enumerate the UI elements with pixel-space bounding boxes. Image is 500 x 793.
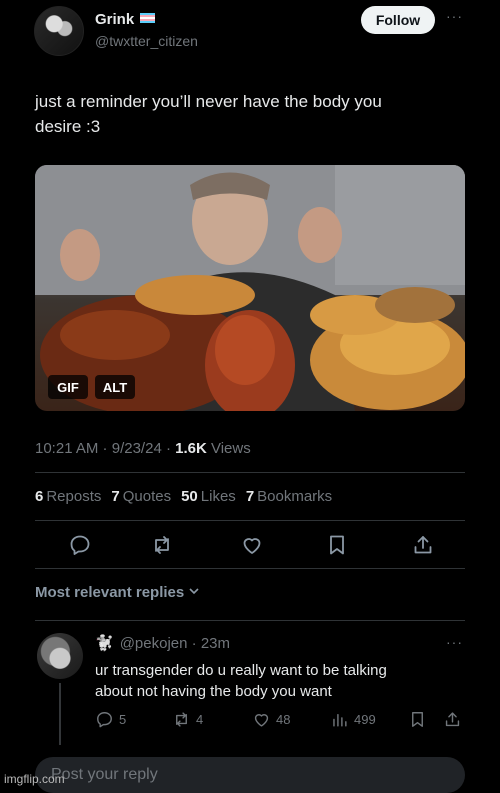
reply-icon[interactable]: [68, 533, 92, 562]
author-name-row[interactable]: Grink: [95, 11, 156, 28]
divider: [35, 472, 465, 473]
post-text-line: just a reminder you’ll never have the bo…: [35, 92, 382, 111]
reply-icon: [97, 712, 112, 728]
bookmark-icon[interactable]: [325, 533, 349, 562]
post-text: just a reminder you’ll never have the bo…: [35, 89, 455, 139]
alt-badge[interactable]: ALT: [95, 375, 135, 399]
bookmark-icon: [412, 712, 423, 727]
more-options-icon[interactable]: ···: [446, 8, 463, 24]
author-avatar[interactable]: [34, 6, 84, 56]
views-count: 1.6K: [175, 440, 207, 457]
share-icon: [445, 712, 460, 727]
imgflip-watermark: imgflip.com: [4, 772, 65, 786]
reply-bookmark-button[interactable]: [408, 710, 427, 729]
reply-text: ur transgender do u really want to be ta…: [95, 660, 455, 702]
reposts-stat[interactable]: 6 Reposts: [35, 488, 101, 505]
reply-reply-button[interactable]: 5: [95, 710, 126, 729]
like-icon: [254, 714, 269, 727]
views-label: Views: [210, 440, 251, 457]
post-reply-input[interactable]: Post your reply: [35, 757, 465, 793]
thread-line: [59, 683, 61, 745]
follow-button[interactable]: Follow: [361, 6, 435, 34]
reply-header: 🐩 @pekojen · 23m: [95, 635, 230, 652]
reply-sort-dropdown[interactable]: Most relevant replies: [35, 584, 200, 601]
reply-more-icon[interactable]: ···: [446, 634, 463, 650]
likes-stat[interactable]: 50 Likes: [181, 488, 236, 505]
divider: [35, 520, 465, 521]
post-text-line: desire :3: [35, 117, 101, 136]
author-handle[interactable]: @twxtter_citizen: [95, 33, 198, 49]
author-name[interactable]: Grink: [95, 11, 134, 28]
gif-badge[interactable]: GIF: [48, 375, 88, 399]
chevron-down-icon: [189, 588, 199, 595]
reply-sort-label: Most relevant replies: [35, 584, 185, 601]
repost-icon: [176, 712, 187, 727]
poodle-emoji-icon: 🐩: [95, 635, 114, 652]
reply-handle[interactable]: @pekojen: [120, 635, 188, 652]
quotes-stat[interactable]: 7 Quotes: [111, 488, 171, 505]
share-icon[interactable]: [411, 533, 435, 562]
post-media-gif[interactable]: GIF ALT: [35, 165, 465, 411]
bookmarks-stat[interactable]: 7 Bookmarks: [246, 488, 332, 505]
reply-age[interactable]: 23m: [201, 635, 230, 652]
divider: [35, 568, 465, 569]
post-time[interactable]: 10:21 AM: [35, 440, 98, 457]
reply-views-button[interactable]: 499: [330, 710, 376, 729]
reply-avatar[interactable]: [37, 633, 83, 679]
reply-text-line: ur transgender do u really want to be ta…: [95, 662, 387, 679]
reply-like-button[interactable]: 48: [252, 710, 290, 729]
reply-repost-button[interactable]: 4: [172, 710, 203, 729]
repost-icon[interactable]: [150, 533, 174, 562]
post-date[interactable]: 9/23/24: [112, 440, 162, 457]
views-chart-icon: [333, 714, 347, 727]
reply-share-button[interactable]: [443, 710, 462, 729]
trans-flag-icon: [140, 13, 156, 23]
like-icon[interactable]: [240, 533, 264, 562]
divider: [35, 620, 465, 621]
reply-text-line: about not having the body you want: [95, 683, 332, 700]
post-stats: 6 Reposts 7 Quotes 50 Likes 7 Bookmarks: [35, 488, 342, 505]
post-meta: 10:21 AM · 9/23/24 · 1.6K Views: [35, 440, 251, 457]
